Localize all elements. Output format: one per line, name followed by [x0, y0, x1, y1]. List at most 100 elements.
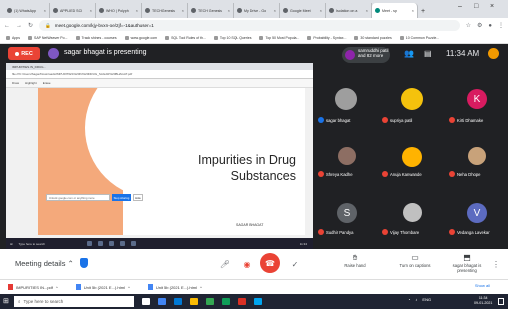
bookmark-item[interactable]: www.google.com: [124, 36, 157, 40]
close-tab-icon[interactable]: ×: [90, 8, 92, 13]
mic-button[interactable]: 🎤︎: [216, 255, 234, 273]
meeting-details-button[interactable]: Meeting details ⌃: [15, 259, 74, 268]
participant-avatar: [338, 147, 356, 165]
browser-tab[interactable]: TECHGenesis ×: [142, 3, 188, 18]
raise-hand-button[interactable]: ✋︎ Raise hand: [330, 253, 380, 268]
taskbar-clock[interactable]: 11:34 09-01-2021: [474, 296, 492, 306]
participant-name: Vedanga Lavekar: [449, 229, 490, 235]
participant-name: Vijay Thombare: [382, 229, 419, 235]
people-icon[interactable]: 👥: [404, 49, 414, 58]
extensions-icon[interactable]: ⚙: [477, 22, 482, 29]
language-indicator[interactable]: ENG: [422, 297, 431, 302]
bookmark-item[interactable]: Top 10 SQL Queries: [213, 36, 251, 40]
file-explorer-icon[interactable]: [158, 298, 166, 305]
browser-tab[interactable]: Google Meet ×: [280, 3, 326, 18]
close-tab-icon[interactable]: ×: [320, 8, 322, 13]
browser-tab[interactable]: My Drive - Go ×: [234, 3, 280, 18]
meet-clock: 11:34 AM: [446, 49, 480, 58]
participant-avatar: [401, 88, 423, 110]
mic-off-icon: [382, 171, 388, 177]
browser-tab[interactable]: Isolation on a ×: [326, 3, 372, 18]
leave-call-button[interactable]: ☎: [260, 253, 280, 273]
tab-label: (1) WhatsApp: [14, 8, 36, 13]
app-icon[interactable]: [222, 298, 230, 305]
close-tab-icon[interactable]: ×: [136, 8, 138, 13]
close-tab-icon[interactable]: ×: [182, 8, 184, 13]
app-icon: [87, 241, 93, 246]
bookmark-icon: [27, 36, 32, 40]
windows-start-icon[interactable]: ⊞: [3, 297, 11, 306]
bookmark-icon: [354, 36, 359, 40]
presenting-button[interactable]: ⬒ sagar bhagat is presenting: [445, 253, 489, 273]
bookmark-item[interactable]: 10 Common Puzzle...: [399, 36, 439, 40]
close-window-icon[interactable]: ×: [490, 3, 494, 10]
back-icon[interactable]: ←: [4, 23, 10, 29]
bookmark-star-icon[interactable]: ☆: [466, 22, 471, 29]
bookmark-item[interactable]: SAP NetWeaver Po...: [27, 36, 68, 40]
search-icon: ⌕: [18, 299, 21, 304]
app-icon[interactable]: [238, 298, 246, 305]
download-item[interactable]: IMPURITIES IN...pdf ^: [8, 284, 58, 290]
bookmark-item[interactable]: Track shines - courses: [75, 36, 117, 40]
bookmark-icon: [399, 36, 404, 40]
tab-favicon-icon: [7, 8, 12, 13]
store-icon[interactable]: [174, 298, 182, 305]
close-tab-icon[interactable]: ×: [366, 8, 368, 13]
new-tab-icon[interactable]: +: [421, 8, 425, 15]
sharing-bar-text: Unlock google.com or anything more: [46, 194, 110, 201]
bookmark-item[interactable]: SQL Tool Rules of th...: [165, 36, 206, 40]
my-avatar[interactable]: [488, 48, 499, 59]
chrome-icon[interactable]: [206, 298, 214, 305]
present-button[interactable]: ✓: [286, 255, 304, 273]
camera-button[interactable]: ◉: [238, 255, 256, 273]
captions-button[interactable]: ▭ Turn on captions: [390, 253, 440, 268]
participant-avatar: [403, 203, 422, 222]
folder-icon[interactable]: [190, 298, 198, 305]
close-tab-icon[interactable]: ×: [228, 8, 230, 13]
bookmark-item[interactable]: Probability - Syntax...: [307, 36, 346, 40]
close-tab-icon[interactable]: ×: [274, 8, 276, 13]
browser-tab[interactable]: TECH Genesis ×: [188, 3, 234, 18]
participant-name: Sudhir Pandya: [318, 229, 353, 235]
taskbar-search[interactable]: ⌕ Type here to search: [14, 296, 134, 307]
browser-tab[interactable]: WHO | Polyph ×: [96, 3, 142, 18]
show-all-downloads-link[interactable]: Show all: [475, 283, 490, 288]
volume-icon[interactable]: ♪: [415, 297, 417, 302]
apps-icon: [6, 36, 10, 40]
presenting-label: sagar bhagat is presenting: [64, 49, 147, 56]
reload-icon[interactable]: ↻: [28, 22, 33, 29]
browser-tab[interactable]: (1) WhatsApp ×: [4, 3, 50, 18]
download-item[interactable]: Unit 5b (2021 E...).html ^: [147, 284, 202, 290]
bookmarks-bar: Apps SAP NetWeaver Po... Track shines - …: [0, 33, 508, 44]
browser-tab[interactable]: APPLIED SCI ×: [50, 3, 96, 18]
bookmark-icon: [213, 36, 218, 40]
app-icon: [131, 241, 137, 246]
forward-icon[interactable]: →: [16, 23, 22, 29]
presenter-avatar: [48, 48, 59, 59]
bookmark-item[interactable]: 30 standard puzzles: [354, 36, 392, 40]
participant-avatar: [335, 88, 357, 110]
url-field[interactable]: 🔒 meet.google.com/kjy-bvxn-oe/2jf=-1&aut…: [39, 20, 460, 31]
bookmark-item[interactable]: Apps: [6, 36, 20, 40]
chat-icon[interactable]: ▤: [424, 49, 432, 58]
shield-icon[interactable]: [80, 258, 88, 268]
browser-tab-active[interactable]: Meet - sp ×: [372, 3, 418, 18]
participant-name: Kirti Dhamake: [449, 117, 483, 123]
downloads-bar: IMPURITIES IN...pdf ^ Unit 5b (2021 E...…: [0, 279, 508, 294]
notifications-icon[interactable]: [498, 298, 504, 305]
profile-icon[interactable]: ●: [488, 23, 492, 29]
close-tab-icon[interactable]: ×: [44, 8, 46, 13]
pdf-icon: [8, 284, 13, 290]
minimize-icon[interactable]: –: [458, 3, 462, 10]
maximize-icon[interactable]: □: [474, 3, 478, 10]
task-view-icon[interactable]: [142, 298, 150, 305]
bookmark-item[interactable]: Top 50 Most Popula...: [259, 36, 299, 40]
participant-avatar: V: [467, 203, 487, 223]
more-options-button[interactable]: ⋮: [490, 255, 502, 273]
app-icon[interactable]: [254, 298, 262, 305]
network-icon[interactable]: ◔: [408, 297, 410, 302]
download-item[interactable]: Unit 5b (2021 E...).html ^: [75, 284, 130, 290]
menu-icon[interactable]: ⋮: [498, 22, 504, 29]
lock-icon: 🔒: [45, 22, 51, 28]
close-tab-icon[interactable]: ×: [412, 8, 414, 13]
